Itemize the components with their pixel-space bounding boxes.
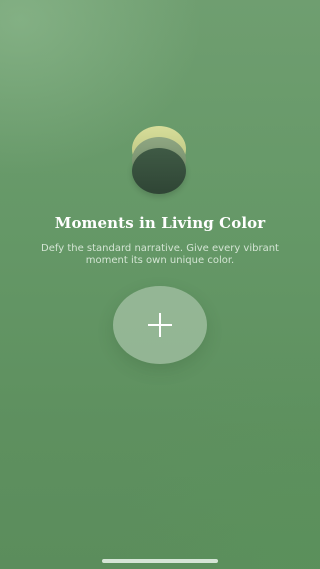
logo-disc-bottom [132, 148, 186, 194]
onboarding-screen: Moments in Living Color Defy the standar… [0, 0, 320, 569]
add-moment-button[interactable] [113, 286, 207, 364]
onboarding-subtitle: Defy the standard narrative. Give every … [41, 243, 279, 266]
onboarding-title: Moments in Living Color [54, 214, 266, 232]
plus-icon [148, 313, 172, 337]
home-indicator[interactable] [102, 559, 218, 563]
app-logo [132, 126, 188, 194]
